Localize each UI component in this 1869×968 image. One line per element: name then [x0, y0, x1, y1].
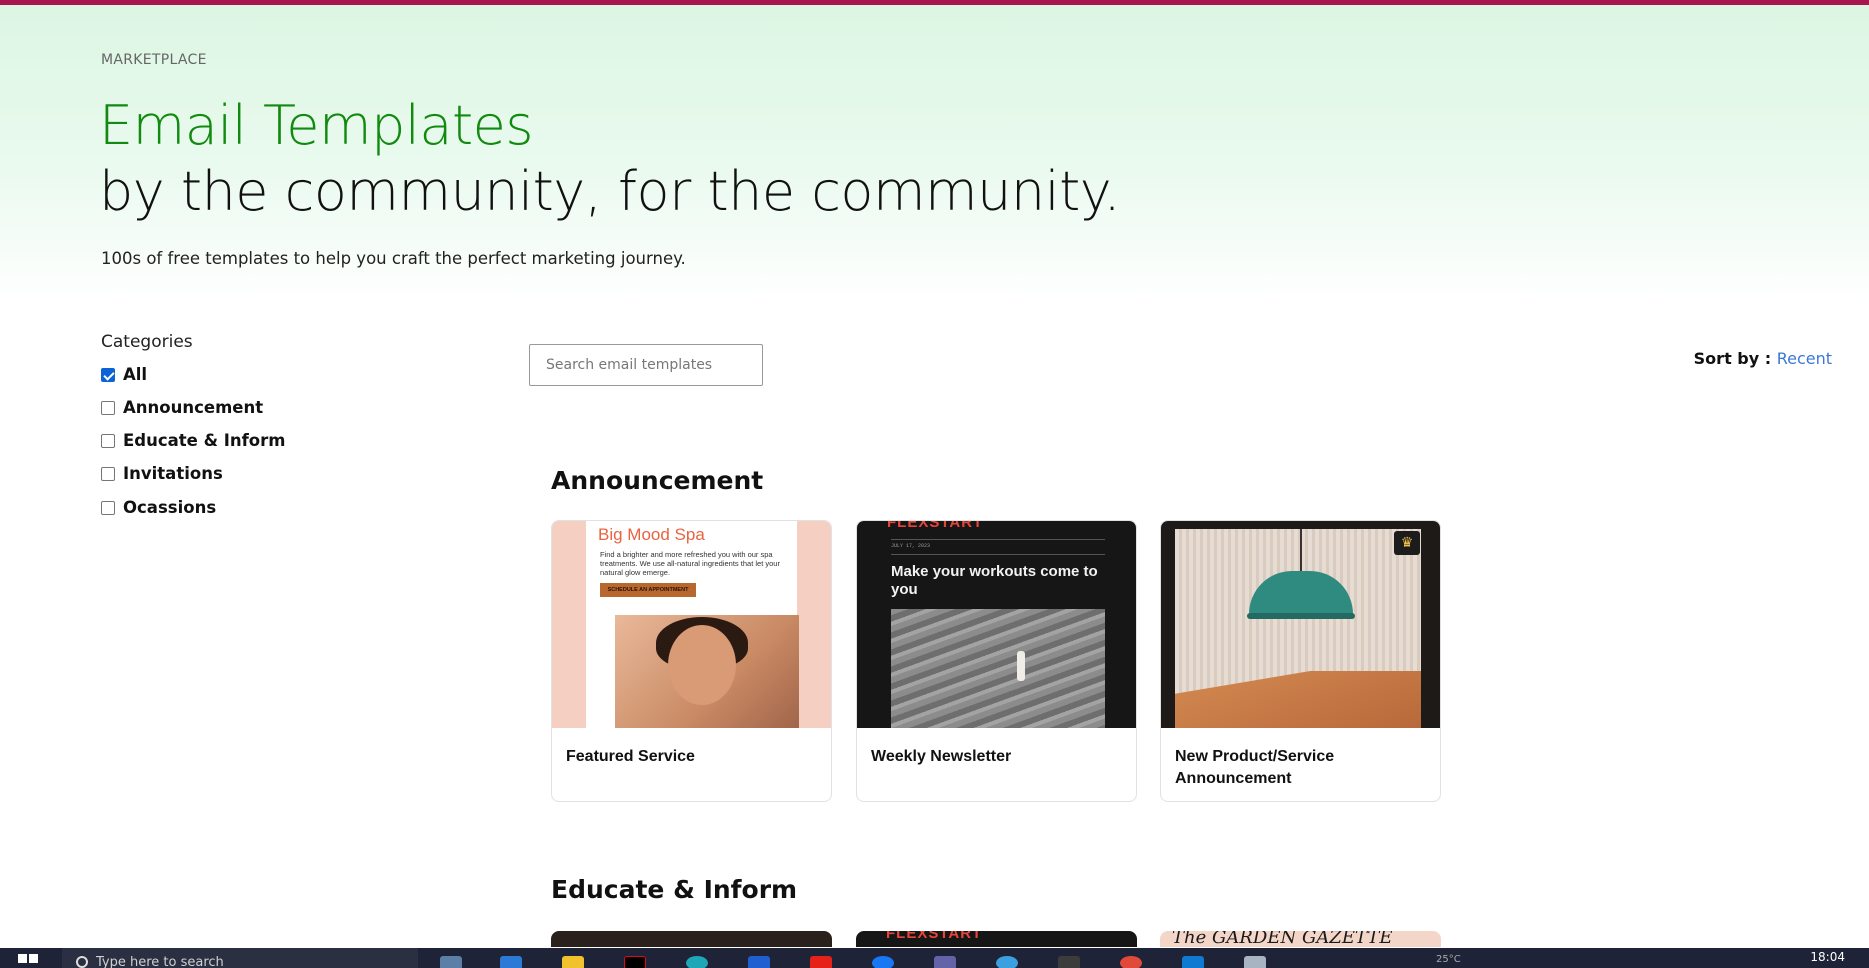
category-filter-educate-inform[interactable]: Educate & Inform — [101, 431, 285, 450]
chrome-icon[interactable] — [1120, 956, 1142, 968]
os-taskbar: Type here to search 25°C 18:04 — [0, 948, 1869, 968]
section-heading-educate-inform: Educate & Inform — [551, 875, 798, 904]
thumb-headline: Make your workouts come to you — [891, 563, 1098, 598]
category-label: Announcement — [123, 398, 264, 417]
page-tagline: by the community, for the community. — [99, 160, 1121, 223]
vscode-icon[interactable] — [1182, 956, 1204, 968]
category-label: Educate & Inform — [123, 431, 286, 450]
facebook-icon[interactable] — [872, 956, 894, 968]
copilot-icon[interactable] — [996, 956, 1018, 968]
category-label: Ocassions — [123, 498, 217, 517]
file-explorer-icon[interactable] — [562, 956, 584, 968]
thumb-brand: Big Mood Spa — [598, 525, 705, 544]
checkbox[interactable] — [101, 466, 115, 481]
search-input[interactable] — [529, 344, 763, 386]
sort-control[interactable]: Sort by : Recent — [1694, 349, 1832, 368]
crown-icon: ♛ — [1394, 531, 1420, 555]
thumb-date: JULY 17, 2023 — [891, 543, 931, 549]
thumb-brand: FLEXSTART — [887, 521, 984, 531]
edge-icon[interactable] — [686, 956, 708, 968]
category-filter-announcement[interactable]: Announcement — [101, 398, 263, 417]
checkbox[interactable] — [101, 500, 115, 515]
task-view-icon[interactable] — [440, 956, 462, 968]
template-thumbnail: FLEXSTART JULY 17, 2023 Make your workou… — [857, 521, 1136, 728]
page-title: Email Templates — [99, 94, 534, 157]
template-card-title: Featured Service — [566, 748, 695, 765]
netflix-icon[interactable] — [624, 956, 646, 968]
checkbox[interactable] — [101, 367, 115, 382]
categories-heading: Categories — [101, 332, 193, 352]
template-card[interactable]: Big Mood Spa Find a brighter and more re… — [551, 520, 832, 802]
sort-label: Sort by : — [1693, 349, 1777, 368]
app-icon[interactable] — [1244, 956, 1266, 968]
eyebrow-label: MARKETPLACE — [101, 52, 207, 68]
sort-value-link[interactable]: Recent — [1777, 349, 1832, 368]
app-icon[interactable] — [748, 956, 770, 968]
template-thumbnail: ♛ — [1161, 521, 1440, 728]
windows-start-icon[interactable] — [18, 954, 40, 968]
template-card-title: New Product/Service Announcement — [1175, 748, 1335, 787]
category-filter-invitations[interactable]: Invitations — [101, 464, 223, 483]
category-filter-all[interactable]: All — [101, 365, 147, 384]
template-card-title: Weekly Newsletter — [871, 748, 1012, 765]
thumb-cta: SCHEDULE AN APPOINTMENT — [600, 583, 696, 597]
youtube-icon[interactable] — [810, 956, 832, 968]
checkbox[interactable] — [101, 400, 115, 415]
template-thumbnail: Big Mood Spa Find a brighter and more re… — [552, 521, 831, 728]
teams-icon[interactable] — [934, 956, 956, 968]
taskbar-search[interactable]: Type here to search — [62, 948, 418, 968]
store-icon[interactable] — [500, 956, 522, 968]
section-heading-announcement: Announcement — [551, 466, 764, 495]
search-icon — [76, 956, 88, 968]
thumb-copy: Find a brighter and more refreshed you w… — [600, 550, 780, 577]
category-filter-ocassions[interactable]: Ocassions — [101, 498, 216, 517]
checkbox[interactable] — [101, 433, 115, 448]
terminal-icon[interactable] — [1058, 956, 1080, 968]
system-tray[interactable]: 25°C — [1436, 954, 1736, 968]
taskbar-clock[interactable]: 18:04 — [1810, 950, 1845, 964]
template-card[interactable]: ♛ New Product/Service Announcement — [1160, 520, 1441, 802]
template-card-peek[interactable]: FLEXSTART — [856, 931, 1137, 947]
page-subtitle: 100s of free templates to help you craft… — [101, 249, 686, 268]
template-card[interactable]: FLEXSTART JULY 17, 2023 Make your workou… — [856, 520, 1137, 802]
template-card-peek[interactable] — [551, 931, 832, 947]
category-label: All — [123, 365, 148, 384]
category-label: Invitations — [123, 464, 223, 483]
thumb-photo — [891, 609, 1105, 728]
template-card-peek[interactable]: The GARDEN GAZETTE — [1160, 931, 1441, 947]
